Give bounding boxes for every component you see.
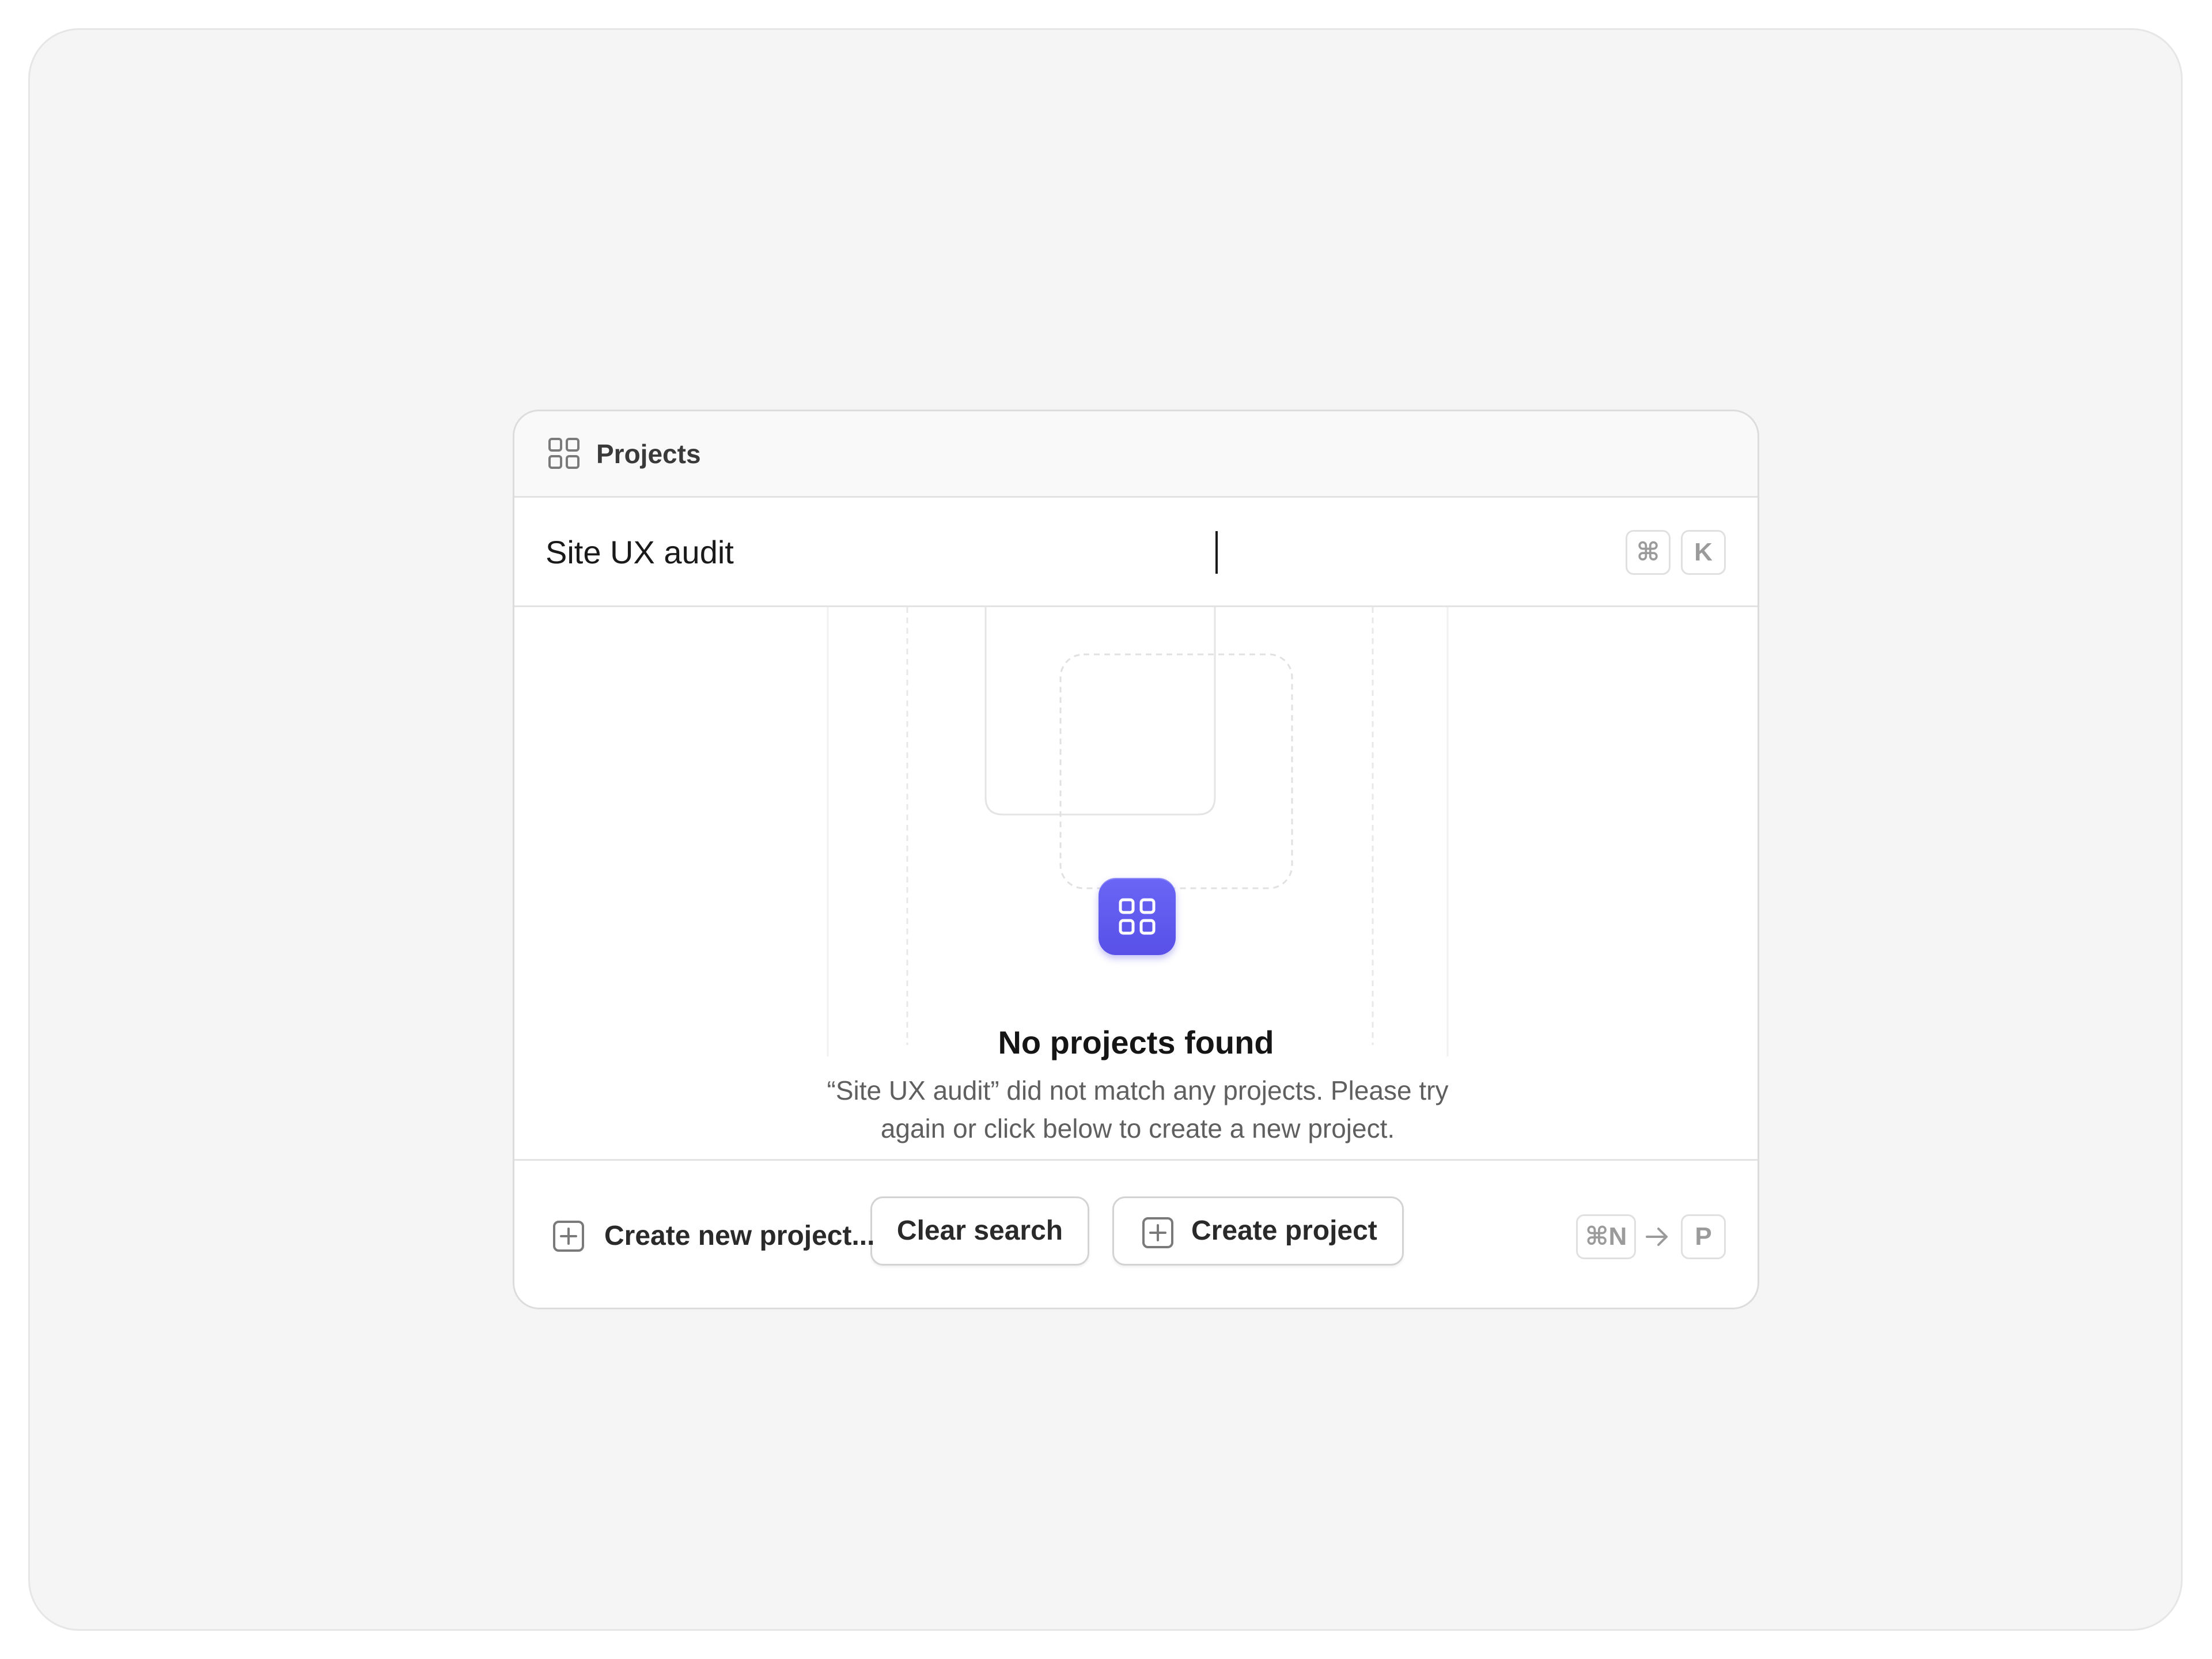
dialog-footer: Create new project... ⌘N P [514, 1159, 1758, 1308]
app-canvas: Projects ⌘ K No projects found “Sit [28, 28, 2183, 1631]
plus-square-icon [553, 1221, 584, 1252]
arrow-right-icon [1646, 1228, 1668, 1246]
empty-state-icon-tile [1099, 878, 1176, 955]
shortcut-key-p: P [1681, 1214, 1726, 1259]
grid-icon [1119, 898, 1156, 935]
projects-dialog: Projects ⌘ K No projects found “Sit [513, 410, 1759, 1309]
create-new-project-action[interactable]: Create new project... [604, 1217, 874, 1255]
empty-state-title: No projects found [998, 1024, 1274, 1060]
shortcut-key-cmd-n: ⌘N [1576, 1214, 1636, 1259]
empty-state-description: “Site UX audit” did not match any projec… [827, 1075, 1449, 1143]
